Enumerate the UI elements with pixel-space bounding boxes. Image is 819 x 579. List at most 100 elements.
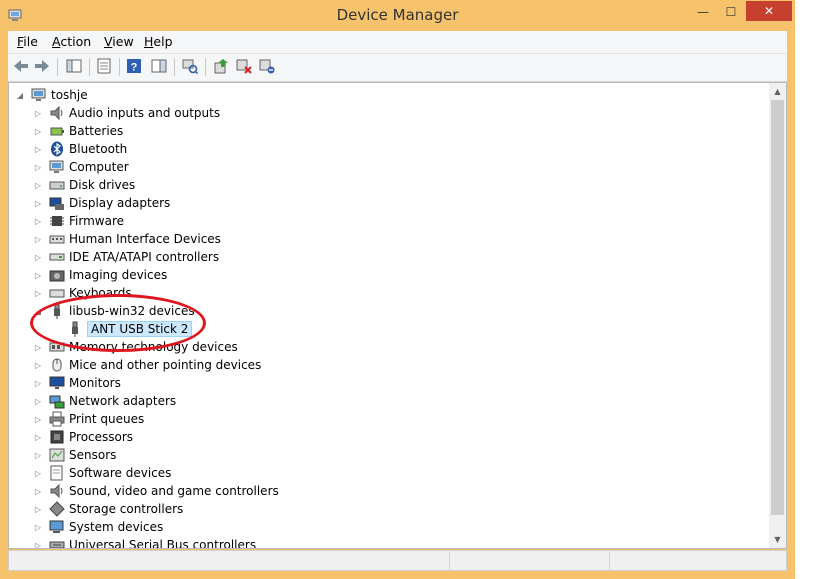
vertical-scrollbar[interactable]: ▲ ▼ [769,83,786,548]
action-pane-icon [151,58,167,77]
tree-category[interactable]: ▷ Bluetooth [33,140,127,158]
title-bar[interactable]: Device Manager — ☐ ✕ [0,0,795,31]
properties-icon [96,58,112,77]
storage-controller-icon [49,501,65,517]
menu-view[interactable]: View [104,34,134,49]
tree-category[interactable]: ▷ Software devices [33,464,171,482]
tree-category[interactable]: ◢ libusb-win32 devices [33,302,195,320]
properties-button[interactable] [94,57,114,77]
tree-device[interactable]: ANT USB Stick 2 [51,320,193,338]
chevron-right-icon[interactable]: ▷ [33,450,43,460]
scrollbar-thumb[interactable] [771,100,784,515]
close-button[interactable]: ✕ [746,1,792,21]
menu-help[interactable]: Help [144,34,173,49]
help-button[interactable]: ? [124,57,144,77]
chevron-right-icon[interactable]: ▷ [33,414,43,424]
tree-category[interactable]: ▷ Storage controllers [33,500,183,518]
chevron-right-icon[interactable]: ▷ [33,216,43,226]
chevron-down-icon[interactable]: ◢ [15,90,25,100]
tree-category[interactable]: ▷ Sensors [33,446,116,464]
tree-category[interactable]: ▷ Processors [33,428,133,446]
menu-action[interactable]: Action [52,34,91,49]
chevron-right-icon[interactable]: ▷ [33,162,43,172]
chevron-right-icon[interactable]: ▷ [33,522,43,532]
show-hide-console-tree-button[interactable] [64,57,84,77]
tree-category[interactable]: ▷ Batteries [33,122,123,140]
chevron-right-icon[interactable]: ▷ [33,252,43,262]
action-pane-button[interactable] [149,57,169,77]
tree-category[interactable]: ▷ Human Interface Devices [33,230,221,248]
chevron-right-icon[interactable]: ▷ [33,144,43,154]
ide-controller-icon [49,249,65,265]
tree-category[interactable]: ▷ Audio inputs and outputs [33,104,220,122]
sensor-icon [49,447,65,463]
minimize-button[interactable]: — [689,1,717,23]
back-button[interactable] [11,57,31,77]
tree-category[interactable]: ▷ Firmware [33,212,124,230]
scroll-up-arrow-icon[interactable]: ▲ [769,83,786,100]
bluetooth-icon [49,141,65,157]
network-adapter-icon [49,393,65,409]
tree-category[interactable]: ▷ Disk drives [33,176,135,194]
tree-category[interactable]: ▷ Computer [33,158,129,176]
tree-item-label: Audio inputs and outputs [69,106,221,120]
forward-button[interactable] [32,57,52,77]
scroll-down-arrow-icon[interactable]: ▼ [769,531,786,548]
tree-item-label: Display adapters [69,196,171,210]
tree-category[interactable]: ▷ Display adapters [33,194,170,212]
uninstall-device-button[interactable] [257,57,277,77]
tree-category[interactable]: ▷ Memory technology devices [33,338,238,356]
chevron-right-icon[interactable]: ▷ [33,342,43,352]
keyboard-icon [49,285,65,301]
chevron-right-icon[interactable]: ▷ [33,396,43,406]
toolbar-separator [205,58,206,76]
maximize-button[interactable]: ☐ [717,1,745,23]
tree-category[interactable]: ▷ Print queues [33,410,144,428]
chevron-right-icon[interactable]: ▷ [33,288,43,298]
chevron-right-icon[interactable]: ▷ [33,540,43,549]
tree-category[interactable]: ▷ Keyboards [33,284,132,302]
chevron-right-icon[interactable]: ▷ [33,270,43,280]
computer-icon [49,159,65,175]
chevron-right-icon[interactable]: ▷ [33,108,43,118]
chevron-right-icon[interactable]: ▷ [33,360,43,370]
chevron-right-icon[interactable]: ▷ [33,198,43,208]
chevron-right-icon[interactable]: ▷ [33,468,43,478]
menu-file[interactable]: File [17,34,38,49]
maximize-icon: ☐ [725,5,737,19]
chevron-right-icon[interactable]: ▷ [33,504,43,514]
chevron-down-icon[interactable]: ◢ [33,306,43,316]
chevron-right-icon[interactable]: ▷ [33,126,43,136]
tree-category[interactable]: ▷ Monitors [33,374,121,392]
chevron-right-icon[interactable]: ▷ [33,432,43,442]
speaker-icon [49,105,65,121]
tree-item-label: toshje [51,88,88,102]
chevron-right-icon[interactable]: ▷ [33,234,43,244]
tree-item-label: Disk drives [69,178,136,192]
tree-item-label: Imaging devices [69,268,168,282]
tree-category[interactable]: ▷ IDE ATA/ATAPI controllers [33,248,219,266]
tree-item-label: libusb-win32 devices [69,304,195,318]
computer-icon [31,87,47,103]
usb-plug-icon [67,321,83,337]
tree-root[interactable]: ◢ toshje [15,86,88,104]
tree-category[interactable]: ▷ Mice and other pointing devices [33,356,261,374]
device-tree-panel[interactable]: ◢ toshje ▷ Audio inputs and outputs ▷ Batteri… [8,82,787,549]
tree-item-label: System devices [69,520,164,534]
tree-category[interactable]: ▷ Imaging devices [33,266,167,284]
disable-device-button[interactable] [234,57,254,77]
tree-category[interactable]: ▷ System devices [33,518,163,536]
tree-category[interactable]: ▷ Sound, video and game controllers [33,482,279,500]
processor-icon [49,429,65,445]
update-driver-button[interactable] [211,57,231,77]
tree-category[interactable]: ▷ Network adapters [33,392,176,410]
chevron-right-icon[interactable]: ▷ [33,378,43,388]
tree-category[interactable]: ▷ Universal Serial Bus controllers [33,536,256,549]
menu-bar: File Action View Help [8,31,787,54]
chevron-right-icon[interactable]: ▷ [33,180,43,190]
scan-hardware-button[interactable] [180,57,200,77]
chevron-right-icon[interactable]: ▷ [33,486,43,496]
toolbar-separator [57,58,58,76]
scan-hardware-icon [182,58,199,77]
camera-icon [49,267,65,283]
